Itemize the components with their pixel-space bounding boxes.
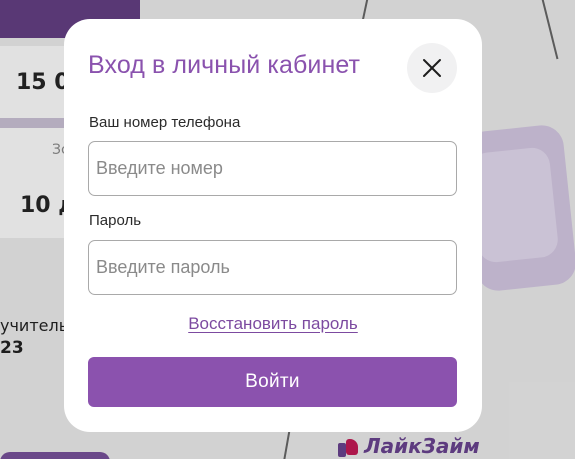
login-button[interactable]: Войти — [88, 357, 457, 407]
close-button[interactable] — [407, 43, 457, 93]
password-input[interactable] — [88, 240, 457, 295]
login-modal: Вход в личный кабинет Ваш номер телефона… — [64, 19, 482, 432]
modal-title: Вход в личный кабинет — [88, 51, 361, 79]
restore-password-link[interactable]: Восстановить пароль — [64, 314, 482, 334]
phone-label: Ваш номер телефона — [89, 114, 241, 131]
password-label: Пароль — [89, 212, 142, 229]
phone-input[interactable] — [88, 141, 457, 196]
page: 15 0 Зс 10 д учитель 23 ЛайкЗайм Вход в … — [0, 0, 575, 459]
close-icon — [423, 59, 441, 77]
